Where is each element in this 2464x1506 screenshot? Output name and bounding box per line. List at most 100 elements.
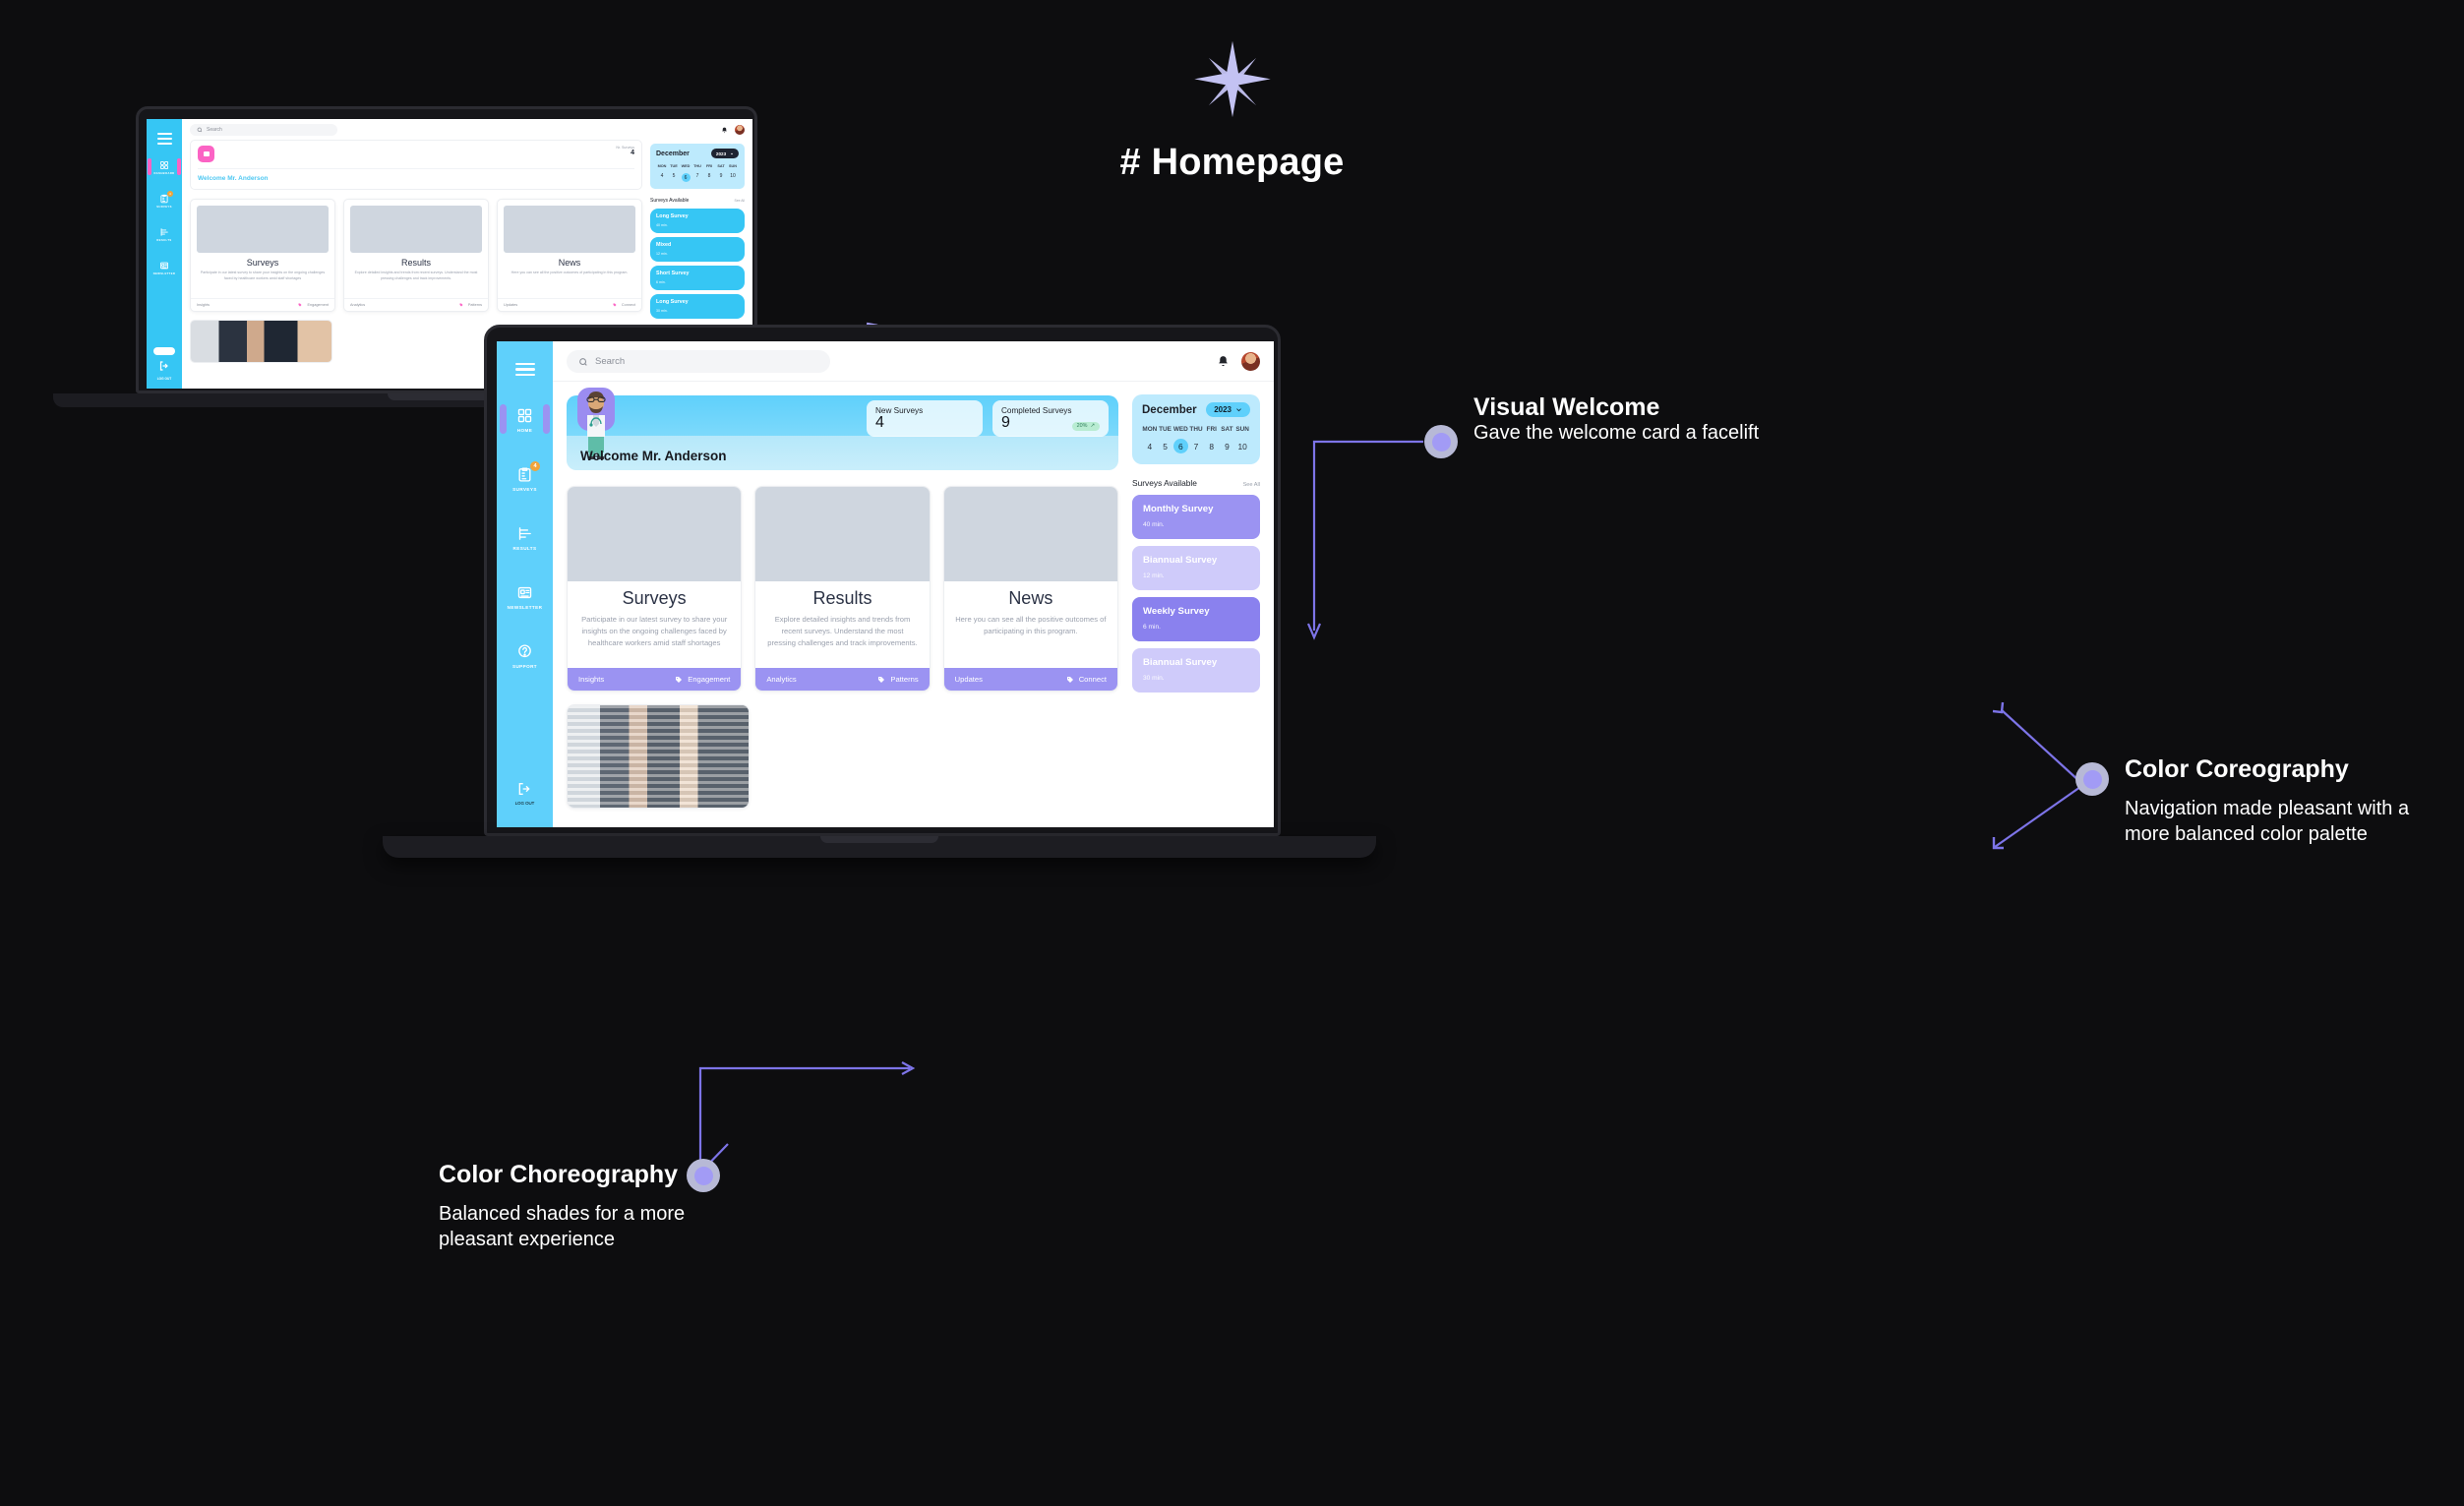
calendar-day[interactable]: 10 (1234, 442, 1250, 452)
survey-name: Short Survey (656, 271, 690, 276)
calendar-day[interactable]: 7 (691, 173, 703, 182)
bell-icon[interactable] (1217, 355, 1230, 368)
survey-list-item-before[interactable]: Mixed 12 min. (650, 237, 745, 262)
welcome-greeting: Welcome Mr. Anderson (580, 448, 727, 463)
calendar-day[interactable]: 5 (1158, 442, 1173, 452)
calendar-day[interactable]: 6 (1172, 439, 1188, 453)
survey-list-item-before[interactable]: Long Survey 40 min. (650, 209, 745, 233)
sidebar-item-logout[interactable]: LOG OUT (515, 781, 534, 827)
card-footer[interactable]: Insights Engagement (568, 668, 742, 691)
card-footer-right: Engagement (675, 675, 730, 684)
card-footer[interactable]: Updates Connect (498, 298, 641, 311)
sidebar-before-item-newsletter[interactable]: NEWSLETTER (147, 261, 182, 275)
content-card-news[interactable]: News Here you can see all the positive ou… (942, 486, 1118, 692)
search-input[interactable]: Search (567, 350, 830, 373)
calendar-before-month: December (656, 150, 690, 157)
question-mark-icon (518, 644, 531, 658)
survey-list-item[interactable]: Weekly Survey 6 min. (1132, 597, 1260, 641)
sidebar-items: HOME 4 SURVEYS RESULTS NEWSLETTER SUPPORT (497, 404, 553, 669)
calendar-day[interactable]: 8 (1204, 442, 1220, 452)
card-footer[interactable]: Analytics Patterns (344, 298, 488, 311)
grid-home-icon (517, 408, 532, 423)
calendar-day[interactable]: 4 (656, 173, 668, 182)
sidebar-item-support[interactable]: SUPPORT (497, 643, 553, 669)
content-card-surveys[interactable]: Surveys Participate in our latest survey … (567, 486, 743, 692)
calendar-day[interactable]: 7 (1188, 442, 1204, 452)
calendar-weekday: WED (1172, 426, 1188, 433)
survey-list-item[interactable]: Monthly Survey 40 min. (1132, 495, 1260, 539)
calendar-day[interactable]: 9 (1220, 442, 1235, 452)
active-indicator-left (500, 404, 507, 435)
content-card-before-results[interactable]: Results Explore detailed insights and tre… (343, 199, 489, 312)
sidebar-before-logout[interactable]: LOG OUT (153, 347, 175, 389)
annotation-body: Balanced shades for a more pleasant expe… (439, 1203, 686, 1250)
surveys-available-header: Surveys Available See All (1132, 478, 1260, 488)
calendar-before-year[interactable]: 2023 ⌄ (710, 149, 739, 158)
calendar-before[interactable]: December 2023 ⌄ MON TUE WED THU FRI SAT SUN 45… (650, 144, 745, 189)
welcome-stats: New Surveys 4 Completed Surveys 9 20% ↗ (567, 395, 1109, 441)
calendar-day[interactable]: 10 (727, 173, 739, 182)
calendar-weekday: TUE (1159, 426, 1172, 433)
calendar-widget[interactable]: December 2023 MON TUE WED THU FRI SAT SUN 4567… (1132, 394, 1260, 464)
survey-list-item[interactable]: Biannual Survey 30 min. (1132, 648, 1260, 693)
card-footer-left: Analytics (766, 675, 797, 684)
two-women-by-video-wall-photo (943, 487, 1117, 581)
see-all-link[interactable]: See All (1243, 482, 1260, 488)
card-footer[interactable]: Analytics Patterns (755, 668, 930, 691)
welcome-card-before: Nr. Surveys 4 Welcome Mr. Anderson (190, 140, 642, 190)
calendar-day[interactable]: 4 (1142, 442, 1158, 452)
sidebar-before[interactable]: DASHBOARD 4 SURVEYS RESULTS NEWSLETTER LOG O… (147, 119, 182, 389)
calendar-day[interactable]: 9 (715, 173, 727, 182)
bell-icon[interactable] (721, 127, 728, 134)
sidebar-before-item-dashboard[interactable]: DASHBOARD (147, 158, 182, 175)
active-indicator-right (543, 404, 550, 435)
see-all-link-before[interactable]: See All (734, 199, 745, 203)
calendar-year-select[interactable]: 2023 (1206, 402, 1250, 417)
calendar-day[interactable]: 8 (703, 173, 715, 182)
calendar-weekday: FRI (705, 164, 713, 168)
card-title: Surveys (246, 258, 279, 268)
sidebar-item-surveys[interactable]: 4 SURVEYS (497, 461, 553, 492)
tag-icon (298, 303, 302, 307)
calendar-day[interactable]: 6 (681, 173, 691, 182)
card-photo (350, 206, 482, 253)
card-footer-right: Patterns (459, 303, 482, 307)
surveys-available-list: Monthly Survey 40 min. Biannual Survey 12 m… (1132, 495, 1260, 693)
sidebar-item-newsletter[interactable]: NEWSLETTER (497, 584, 553, 610)
content-card-before-surveys[interactable]: Surveys Participate in our latest survey … (190, 199, 335, 312)
card-footer[interactable]: Insights Engagement (191, 298, 334, 311)
newsletter-icon-wrap (516, 584, 533, 601)
sidebar-before-item-surveys[interactable]: 4 SURVEYS (147, 191, 182, 209)
survey-list-item-before[interactable]: Long Survey 30 min. (650, 294, 745, 319)
poster-canvas: # Homepage DASHBOARD 4 SURVEYS RESULTS N… (0, 0, 2464, 1506)
newsletter-icon (517, 587, 532, 599)
hamburger-menu-icon[interactable] (156, 133, 172, 145)
annotation-dot-color-coreography (2075, 762, 2109, 796)
sidebar-item-label: HOME (516, 428, 533, 434)
sidebar-item-home[interactable]: HOME (497, 404, 553, 435)
calendar-weekday: WED (681, 164, 691, 168)
calendar-day[interactable]: 5 (668, 173, 680, 182)
active-indicator-right (177, 158, 181, 175)
card-title: Results (400, 258, 431, 268)
sidebar[interactable]: HOME 4 SURVEYS RESULTS NEWSLETTER SUPPORT LOG… (497, 341, 553, 827)
card-footer[interactable]: Updates Connect (943, 668, 1117, 691)
toggle-switch[interactable] (153, 347, 175, 355)
bottom-card[interactable] (567, 704, 750, 809)
content-card-before-news[interactable]: News Here you can see all the positive ou… (497, 199, 642, 312)
survey-list-item-before[interactable]: Short Survey 6 min. (650, 266, 745, 290)
calendar-weekday: MON (657, 164, 667, 168)
stat-card-0[interactable]: New Surveys 4 (867, 399, 983, 437)
sidebar-before-item-results[interactable]: RESULTS (147, 227, 182, 242)
survey-list-item[interactable]: Biannual Survey 12 min. (1132, 546, 1260, 590)
avatar[interactable] (735, 125, 745, 135)
hamburger-menu-icon[interactable] (514, 363, 535, 377)
content-card-results[interactable]: Results Explore detailed insights and tre… (754, 486, 931, 692)
avatar[interactable] (1241, 352, 1260, 371)
tag-icon (676, 676, 683, 683)
search-input-before[interactable]: Search (190, 124, 337, 136)
stat-card-1[interactable]: Completed Surveys 9 20% ↗ (992, 399, 1109, 437)
bottom-card-before[interactable] (190, 320, 332, 363)
sidebar-item-results[interactable]: RESULTS (497, 525, 553, 551)
sidebar-item-label: RESULTS (512, 546, 537, 552)
